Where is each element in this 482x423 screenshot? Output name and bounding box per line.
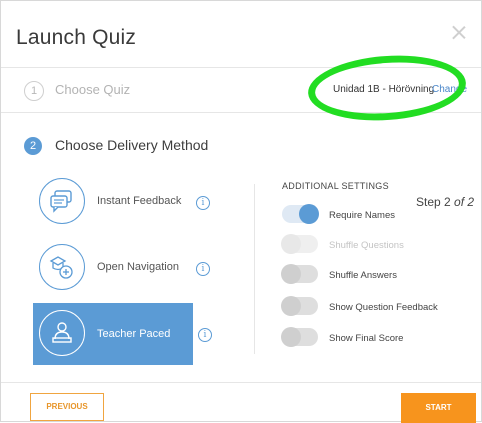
step-2-label: Choose Delivery Method <box>55 137 209 153</box>
divider <box>254 184 255 354</box>
toggle-shuffle-answers[interactable] <box>281 264 318 284</box>
launch-quiz-modal: Launch Quiz 1 Choose Quiz Unidad 1B - Hö… <box>0 0 482 423</box>
close-icon[interactable] <box>451 25 467 41</box>
info-icon[interactable]: i <box>198 328 212 342</box>
step-1-label: Choose Quiz <box>55 82 131 97</box>
method-teacher-paced[interactable]: Teacher Paced <box>33 303 193 365</box>
method-label: Open Navigation <box>97 261 179 273</box>
setting-label-show-final-score: Show Final Score <box>329 333 404 344</box>
step-counter: Step 2 of 2 <box>416 195 474 209</box>
toggle-knob <box>281 296 301 316</box>
setting-label-shuffle-answers: Shuffle Answers <box>329 270 397 281</box>
open-navigation-icon <box>39 244 85 290</box>
setting-label-require-names: Require Names <box>329 210 395 221</box>
info-icon[interactable]: i <box>196 262 210 276</box>
additional-settings-title: ADDITIONAL SETTINGS <box>282 181 389 191</box>
toggle-knob <box>281 327 301 347</box>
method-instant-feedback[interactable]: Instant Feedback <box>33 173 193 231</box>
method-label: Instant Feedback <box>97 195 182 207</box>
toggle-shuffle-questions <box>281 234 318 254</box>
toggle-show-final-score[interactable] <box>281 327 318 347</box>
step-2-number: 2 <box>24 137 42 155</box>
start-button[interactable]: START <box>401 393 476 423</box>
toggle-knob <box>281 234 301 254</box>
step-choose-quiz: 1 Choose Quiz Unidad 1B - Hörövning Chan… <box>1 68 481 113</box>
toggle-knob <box>299 204 319 224</box>
info-icon[interactable]: i <box>196 196 210 210</box>
toggle-knob <box>281 264 301 284</box>
change-quiz-link[interactable]: Change <box>432 84 467 95</box>
modal-header: Launch Quiz <box>1 1 481 68</box>
step-1-number: 1 <box>24 81 44 101</box>
previous-button[interactable]: PREVIOUS <box>30 393 104 421</box>
method-label: Teacher Paced <box>97 328 171 340</box>
toggle-require-names[interactable] <box>282 204 319 224</box>
chat-bubbles-icon <box>39 178 85 224</box>
toggle-show-question-feedback[interactable] <box>281 296 318 316</box>
step-counter-total: of 2 <box>454 195 475 209</box>
modal-title: Launch Quiz <box>16 26 137 49</box>
step-counter-text: Step 2 <box>416 195 451 209</box>
method-open-navigation[interactable]: Open Navigation <box>33 239 193 297</box>
setting-label-show-question-feedback: Show Question Feedback <box>329 302 438 313</box>
setting-label-shuffle-questions: Shuffle Questions <box>329 240 404 251</box>
selected-quiz-name: Unidad 1B - Hörövning <box>333 84 435 95</box>
teacher-icon <box>39 310 85 356</box>
